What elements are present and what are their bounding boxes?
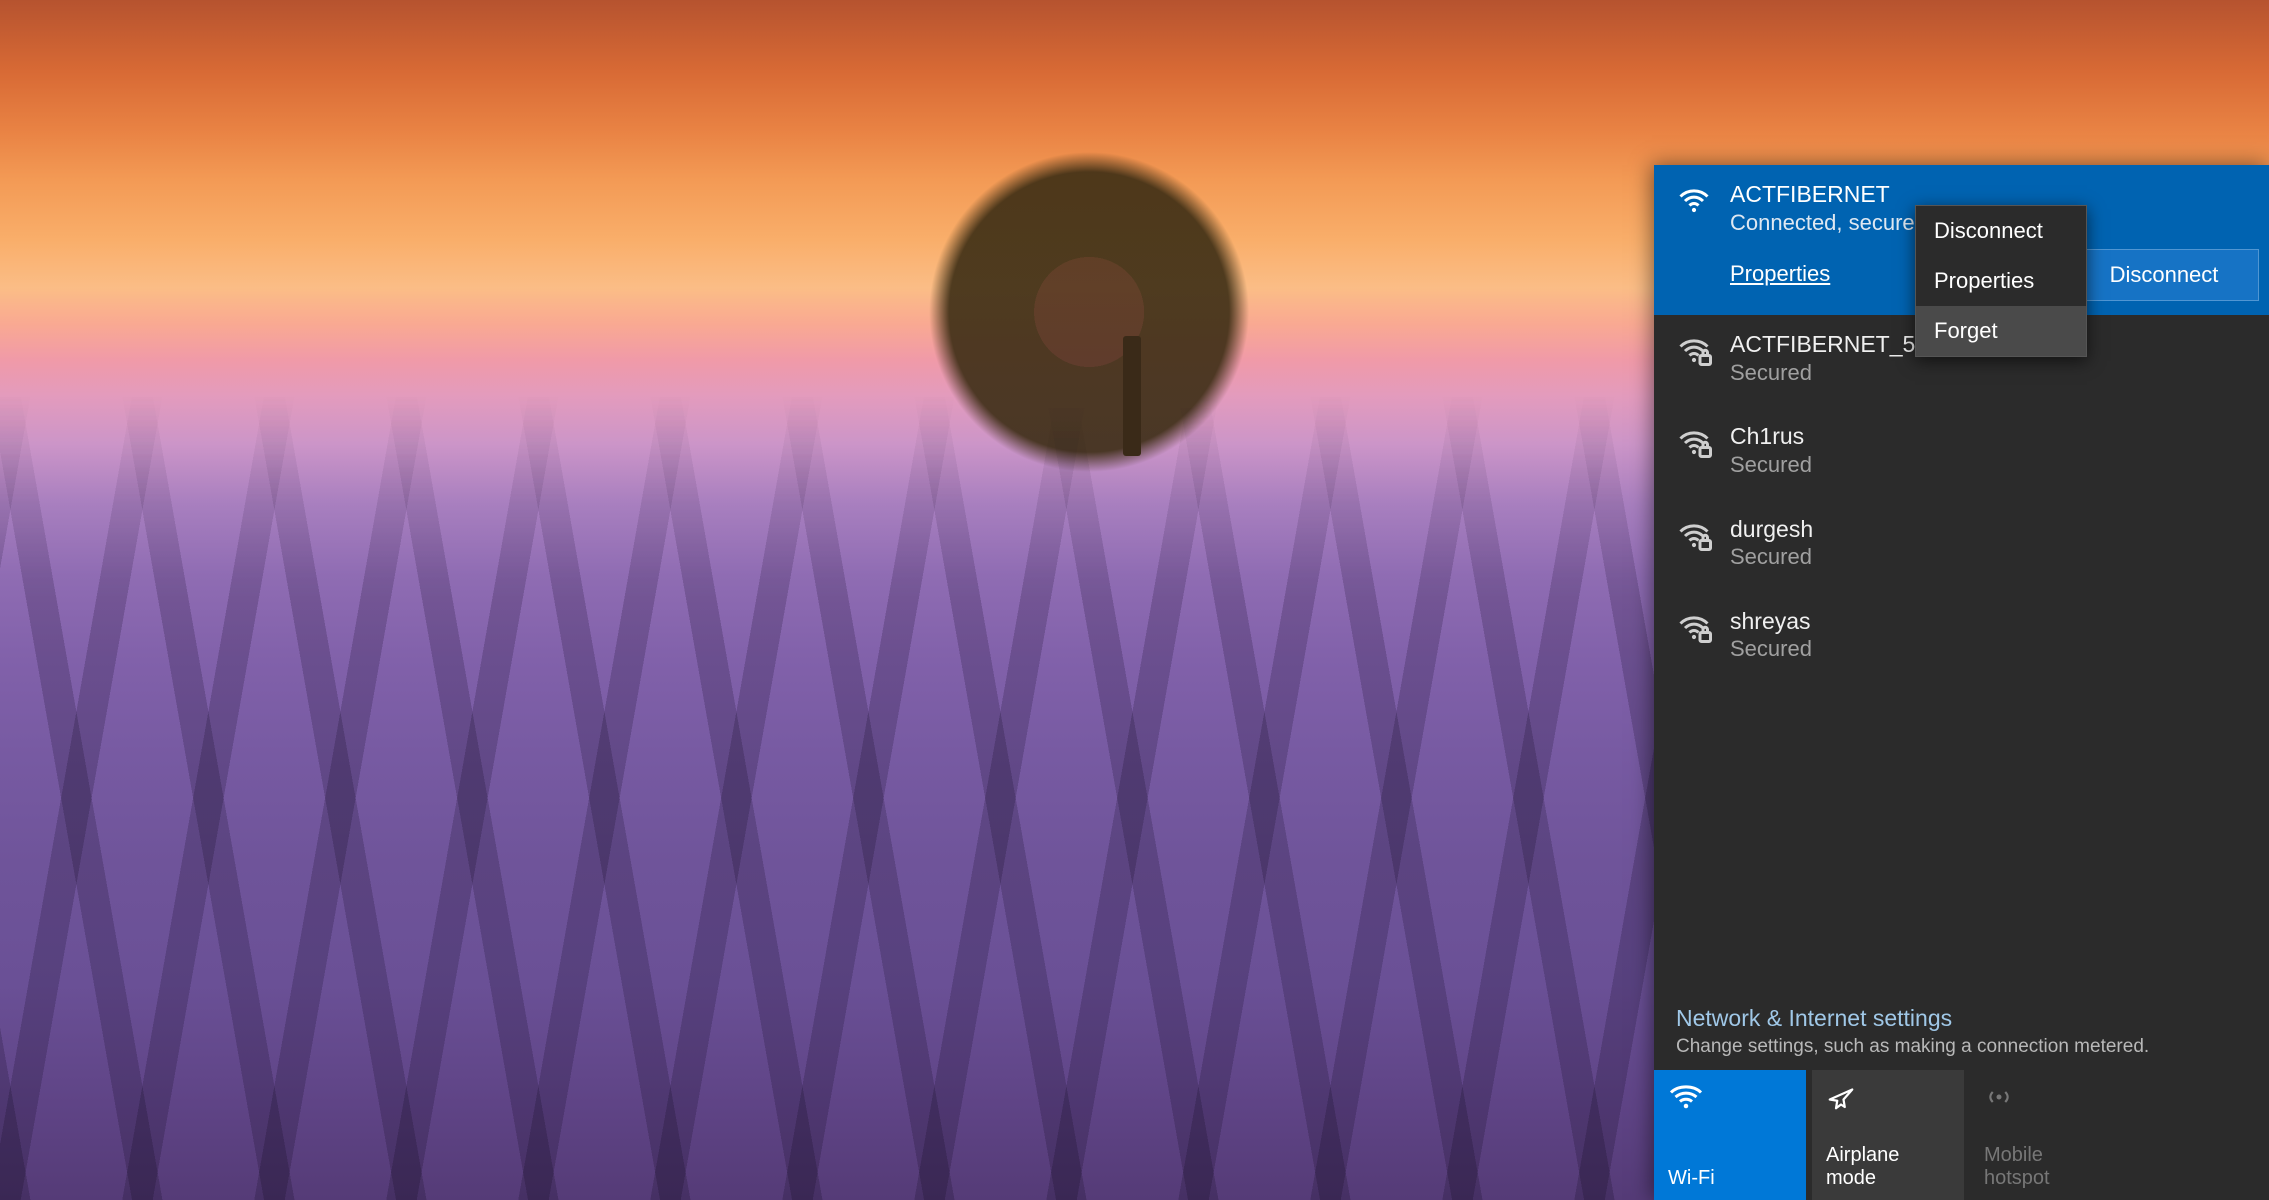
- context-menu-properties[interactable]: Properties: [1916, 256, 2086, 306]
- network-status: Secured: [1730, 635, 2247, 664]
- wallpaper-detail: [1123, 336, 1141, 456]
- network-item[interactable]: Ch1rus Secured: [1654, 407, 2269, 499]
- mobile-hotspot-tile: Mobile hotspot: [1970, 1070, 2122, 1200]
- quick-actions-row: Wi-Fi Airplane mode Mobile hotspot: [1654, 1070, 2269, 1200]
- network-item[interactable]: durgesh Secured: [1654, 500, 2269, 592]
- wifi-tile[interactable]: Wi-Fi: [1654, 1070, 1806, 1200]
- network-status: Secured: [1730, 543, 2247, 572]
- network-item[interactable]: shreyas Secured: [1654, 592, 2269, 684]
- hotspot-tile-label: Mobile hotspot: [1984, 1144, 2108, 1190]
- wifi-icon: [1668, 1082, 1792, 1116]
- wifi-icon: [1676, 183, 1712, 219]
- network-name: Ch1rus: [1730, 423, 2247, 451]
- airplane-icon: [1826, 1082, 1950, 1116]
- network-settings-subtitle: Change settings, such as making a connec…: [1676, 1036, 2247, 1058]
- context-menu-forget[interactable]: Forget: [1916, 306, 2086, 356]
- wifi-secured-icon: [1676, 425, 1712, 461]
- network-item-connected[interactable]: ACTFIBERNET Connected, secured Propertie…: [1654, 165, 2269, 315]
- hotspot-icon: [1984, 1082, 2108, 1116]
- network-name: durgesh: [1730, 516, 2247, 544]
- network-context-menu: Disconnect Properties Forget: [1915, 205, 2087, 357]
- properties-link[interactable]: Properties: [1730, 261, 1830, 287]
- network-flyout-panel: ACTFIBERNET Connected, secured Propertie…: [1654, 165, 2269, 1200]
- disconnect-button-label: Disconnect: [2110, 262, 2219, 288]
- disconnect-button[interactable]: Disconnect: [2069, 249, 2259, 301]
- network-settings-section: Network & Internet settings Change setti…: [1654, 991, 2269, 1070]
- network-status: Secured: [1730, 359, 2247, 388]
- network-status: Secured: [1730, 451, 2247, 480]
- wifi-tile-label: Wi-Fi: [1668, 1167, 1792, 1190]
- context-menu-disconnect[interactable]: Disconnect: [1916, 206, 2086, 256]
- wifi-secured-icon: [1676, 333, 1712, 369]
- network-settings-link[interactable]: Network & Internet settings: [1676, 1005, 2247, 1032]
- network-name: shreyas: [1730, 608, 2247, 636]
- wifi-secured-icon: [1676, 518, 1712, 554]
- airplane-tile-label: Airplane mode: [1826, 1144, 1950, 1190]
- airplane-mode-tile[interactable]: Airplane mode: [1812, 1070, 1964, 1200]
- wifi-secured-icon: [1676, 610, 1712, 646]
- network-list: ACTFIBERNET Connected, secured Propertie…: [1654, 165, 2269, 991]
